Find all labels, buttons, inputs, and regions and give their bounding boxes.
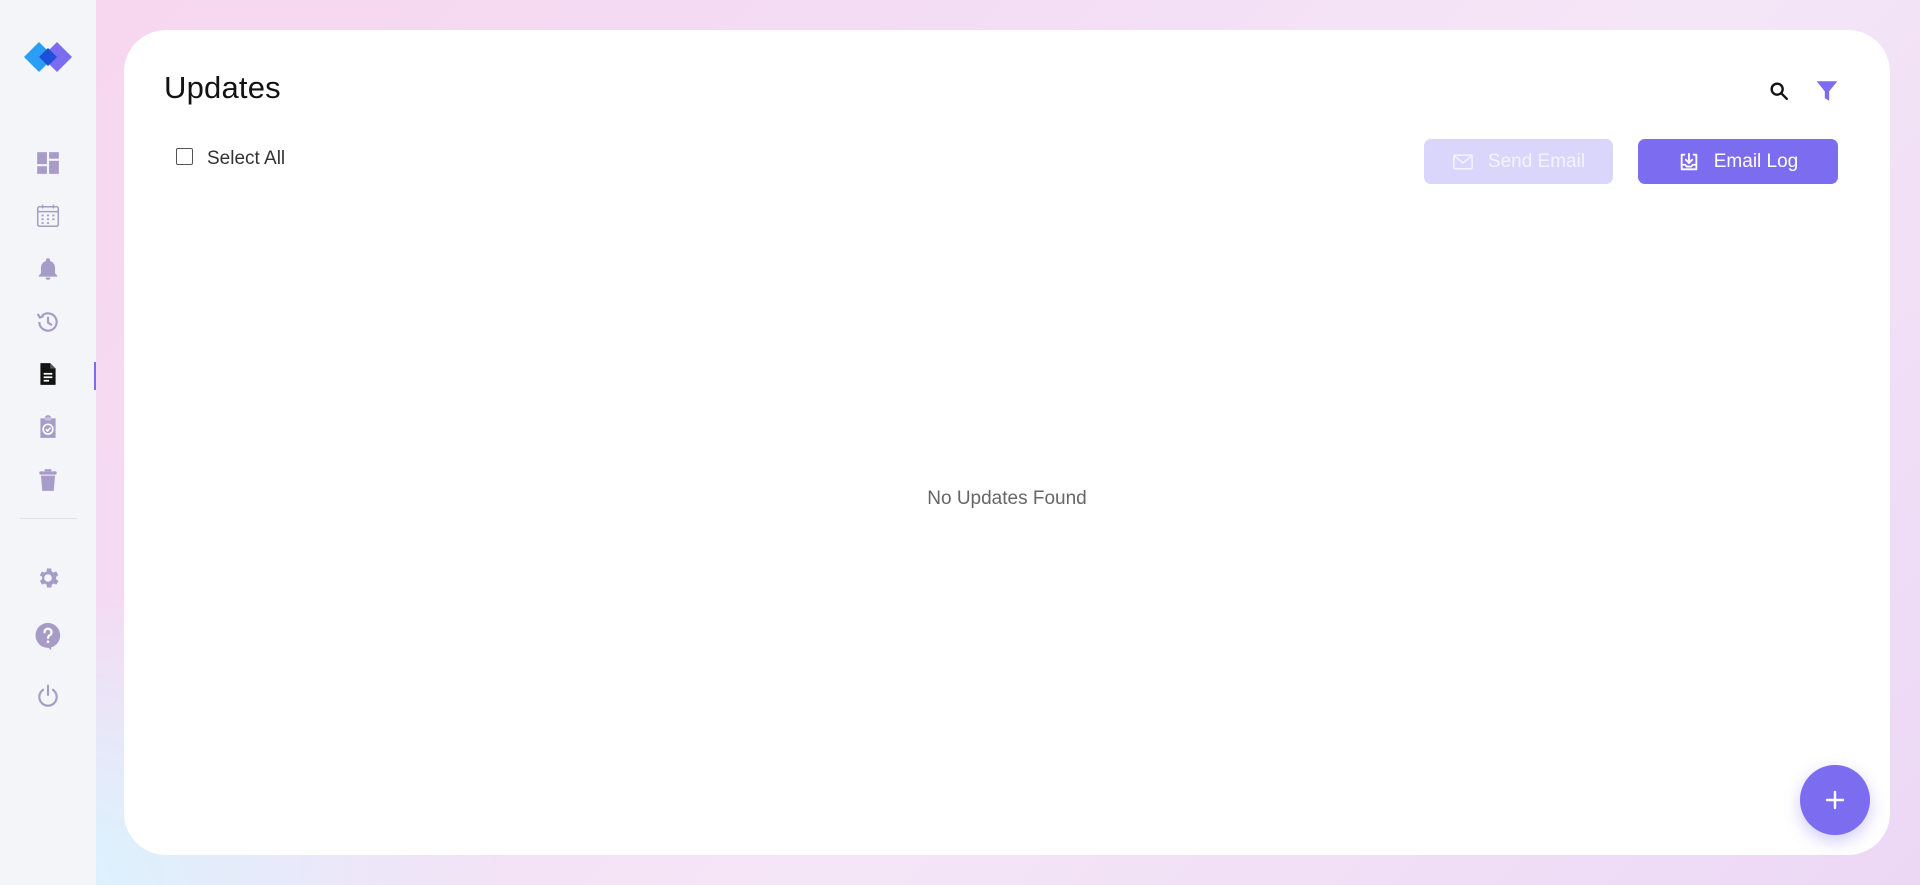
send-email-button[interactable]: Send Email [1424, 139, 1613, 184]
plus-icon [1825, 790, 1845, 810]
sidebar-item-logout[interactable] [0, 676, 96, 716]
add-update-button[interactable] [1800, 765, 1870, 835]
email-log-label: Email Log [1713, 150, 1799, 172]
trash-icon [39, 469, 57, 491]
page-title: Updates [164, 70, 281, 105]
filter-icon [1816, 81, 1838, 101]
bell-icon [38, 258, 58, 280]
select-all-checkbox[interactable] [176, 147, 193, 165]
select-all-label: Select All [207, 148, 286, 169]
search-icon [1770, 82, 1788, 100]
sidebar-item-settings[interactable] [0, 558, 96, 598]
dashboard-icon [37, 152, 59, 174]
sidebar-item-updates[interactable] [0, 354, 96, 394]
document-icon [40, 363, 56, 385]
sidebar-item-notifications[interactable] [0, 249, 96, 289]
select-all-control[interactable]: Select All [176, 142, 285, 170]
calendar-icon [36, 204, 60, 228]
updates-panel: Updates Select All Send Email Email Log … [124, 30, 1890, 855]
filter-button[interactable] [1812, 76, 1842, 106]
email-log-button[interactable]: Email Log [1638, 139, 1838, 184]
sidebar-item-dashboard[interactable] [0, 143, 96, 183]
clipboard-check-icon [40, 415, 56, 438]
history-icon [36, 312, 58, 332]
sidebar-item-tasks[interactable] [0, 407, 96, 447]
search-button[interactable] [1764, 76, 1794, 106]
empty-state-message: No Updates Found [927, 488, 1087, 509]
sidebar-item-help[interactable] [0, 616, 96, 656]
sidebar-item-history[interactable] [0, 302, 96, 342]
app-logo[interactable] [24, 38, 74, 76]
help-icon [35, 622, 61, 651]
gear-icon [39, 568, 59, 588]
power-icon [38, 684, 58, 707]
sidebar [0, 0, 96, 885]
download-tray-icon [1680, 152, 1697, 170]
sidebar-item-trash[interactable] [0, 460, 96, 500]
sidebar-item-calendar[interactable] [0, 196, 96, 236]
sidebar-divider [20, 518, 78, 519]
send-email-label: Send Email [1487, 150, 1586, 172]
envelope-icon [1453, 153, 1473, 170]
